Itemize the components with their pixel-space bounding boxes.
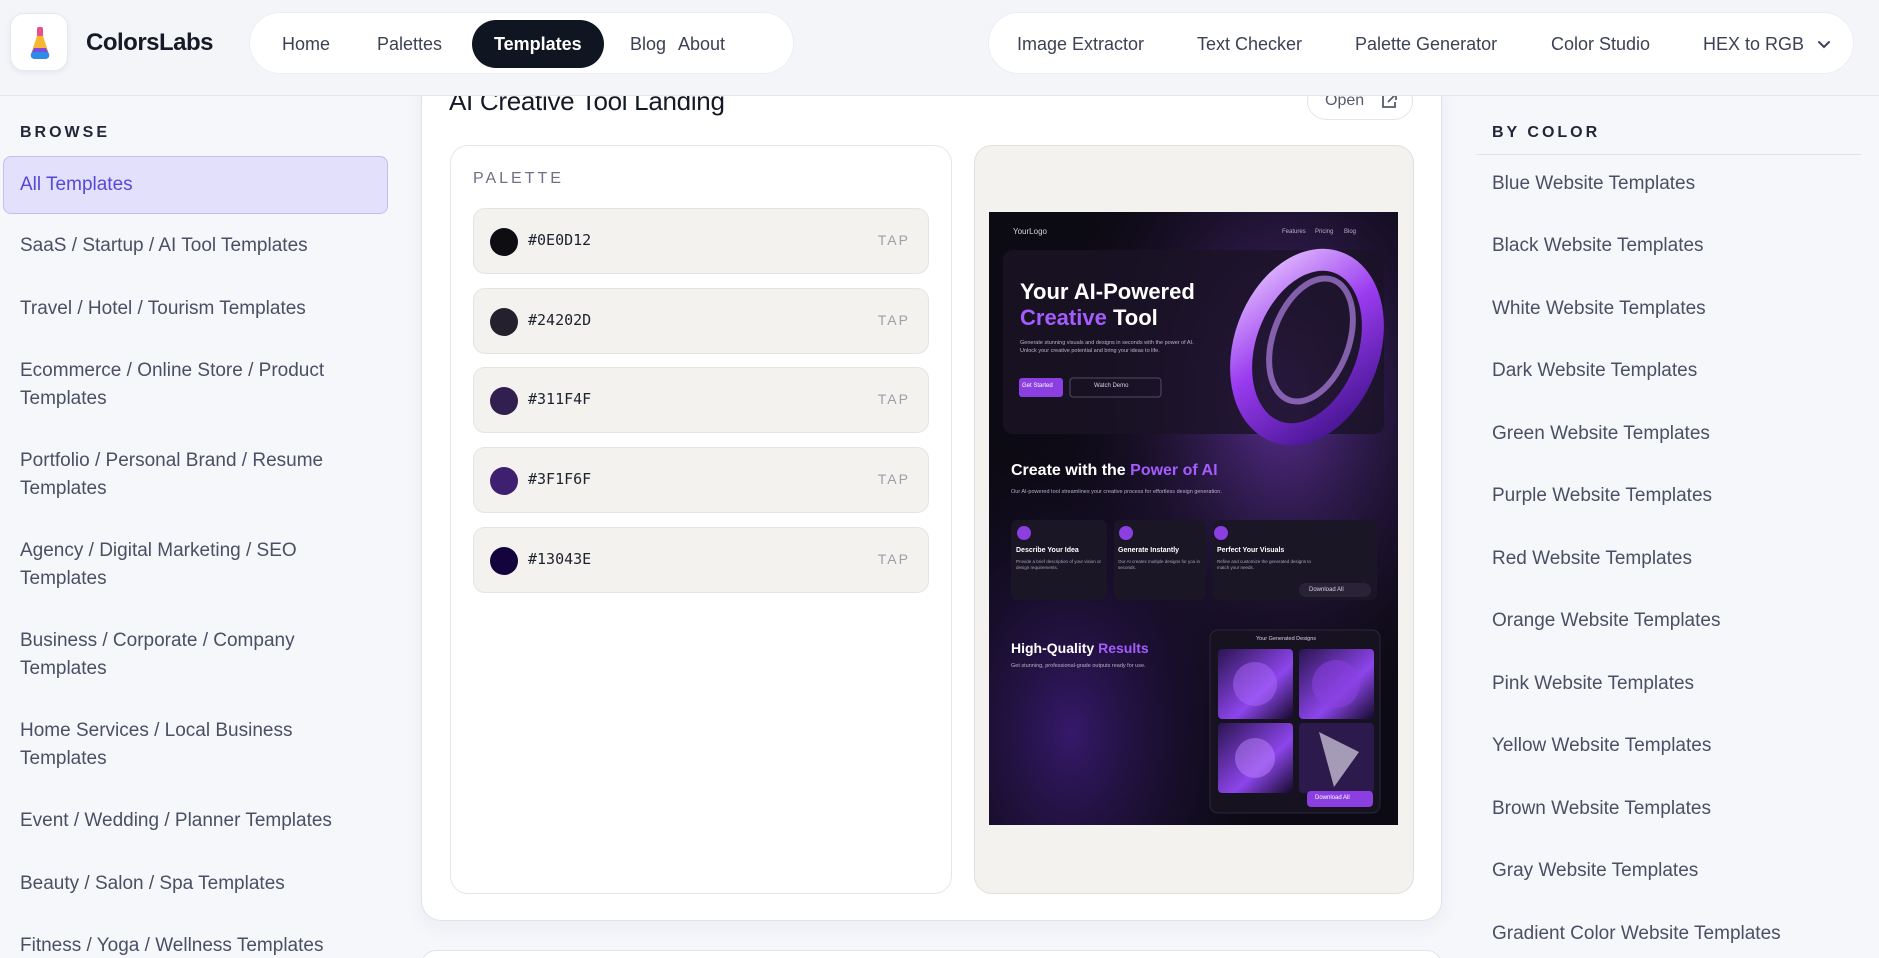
nav-palettes[interactable]: Palettes [355, 24, 464, 64]
preview-quality-title: High-Quality Results [1011, 640, 1149, 656]
nav-about[interactable]: About [656, 24, 747, 64]
template-preview-image[interactable]: YourLogo Features Pricing Blog Your AI-P… [989, 212, 1398, 825]
swatch-row[interactable]: #13043E TAP [473, 527, 929, 593]
preview-hero-title-line1: Your AI-Powered [1020, 279, 1195, 304]
preview-logo: YourLogo [1013, 227, 1047, 236]
swatch-row[interactable]: #24202D TAP [473, 288, 929, 354]
preview-section-text: Our AI-powered tool streamlines your cre… [1011, 489, 1222, 495]
preview-feature-title: Perfect Your Visuals [1217, 547, 1285, 554]
swatch-row[interactable]: #3F1F6F TAP [473, 447, 929, 513]
swatch-row[interactable]: #0E0D12 TAP [473, 208, 929, 274]
preview-section-title: Create with the Power of AI [1011, 462, 1218, 480]
category-portfolio[interactable]: Portfolio / Personal Brand / Resume Temp… [3, 447, 388, 503]
tools-nav: Image Extractor Text Checker Palette Gen… [988, 12, 1854, 74]
color-link-white[interactable]: White Website Templates [1492, 298, 1706, 320]
preview-hero-title: Your AI-Powered Creative Tool [1020, 279, 1195, 331]
preview-get-started: Get Started [1022, 383, 1053, 389]
swatch-tap-label: TAP [877, 471, 910, 487]
tool-palette-generator[interactable]: Palette Generator [1355, 24, 1497, 64]
swatch-tap-label: TAP [877, 391, 910, 407]
color-link-green[interactable]: Green Website Templates [1492, 423, 1710, 445]
category-business[interactable]: Business / Corporate / Company Templates [3, 627, 388, 683]
brand-name[interactable]: ColorsLabs [86, 29, 214, 57]
tool-hex-to-rgb-label: HEX to RGB [1703, 34, 1805, 54]
category-beauty[interactable]: Beauty / Salon / Spa Templates [3, 870, 388, 898]
nav-templates[interactable]: Templates [472, 20, 604, 68]
color-link-yellow[interactable]: Yellow Website Templates [1492, 735, 1711, 757]
category-all-templates[interactable]: All Templates [3, 156, 388, 214]
preview-quality-accent: Results [1098, 640, 1149, 656]
swatch-row[interactable]: #311F4F TAP [473, 367, 929, 433]
swatch-hex: #0E0D12 [528, 231, 592, 249]
tool-image-extractor[interactable]: Image Extractor [1017, 24, 1144, 64]
preview-download-all: Download All [1309, 587, 1344, 593]
tool-text-checker[interactable]: Text Checker [1197, 24, 1302, 64]
preview-feature-text: Our AI creates multiple designs for you … [1118, 559, 1201, 570]
category-saas[interactable]: SaaS / Startup / AI Tool Templates [3, 232, 388, 260]
color-link-black[interactable]: Black Website Templates [1492, 235, 1704, 257]
color-link-orange[interactable]: Orange Website Templates [1492, 610, 1720, 632]
preview-hero-title-line2: Tool [1112, 305, 1158, 330]
color-link-brown[interactable]: Brown Website Templates [1492, 798, 1711, 820]
category-agency[interactable]: Agency / Digital Marketing / SEO Templat… [3, 537, 388, 593]
category-home-services[interactable]: Home Services / Local Business Templates [3, 717, 388, 773]
category-travel[interactable]: Travel / Hotel / Tourism Templates [3, 295, 388, 323]
preview-gallery-title: Your Generated Designs [1256, 636, 1317, 642]
preview-section-accent: Power of AI [1130, 462, 1218, 479]
category-ecommerce[interactable]: Ecommerce / Online Store / Product Templ… [3, 357, 388, 413]
tool-hex-to-rgb[interactable]: HEX to RGB [1703, 24, 1831, 64]
logo[interactable] [10, 13, 68, 71]
color-link-dark[interactable]: Dark Website Templates [1492, 360, 1697, 382]
preview-hero-title-accent: Creative [1020, 305, 1107, 330]
preview-nav-features: Features [1282, 229, 1306, 235]
swatch-hex: #13043E [528, 550, 592, 568]
color-link-purple[interactable]: Purple Website Templates [1492, 485, 1712, 507]
divider [1476, 154, 1861, 155]
nav-home[interactable]: Home [260, 24, 352, 64]
swatch-color-dot [490, 467, 518, 495]
preview-feature-title: Describe Your Idea [1016, 547, 1079, 554]
preview-feature-title: Generate Instantly [1118, 547, 1180, 554]
browse-heading: BROWSE [20, 124, 110, 141]
tool-color-studio[interactable]: Color Studio [1551, 24, 1650, 64]
main-nav: Home Palettes Templates Blog About [249, 12, 794, 74]
color-link-gradient[interactable]: Gradient Color Website Templates [1492, 923, 1781, 945]
color-link-pink[interactable]: Pink Website Templates [1492, 673, 1694, 695]
category-event[interactable]: Event / Wedding / Planner Templates [3, 807, 388, 835]
palette-label: PALETTE [473, 170, 564, 187]
by-color-sidebar [1475, 96, 1879, 958]
preview-section-title-text: Create with the [1011, 462, 1126, 479]
color-link-gray[interactable]: Gray Website Templates [1492, 860, 1698, 882]
swatch-tap-label: TAP [877, 232, 910, 248]
color-link-blue[interactable]: Blue Website Templates [1492, 173, 1695, 195]
swatch-hex: #311F4F [528, 390, 592, 408]
color-link-red[interactable]: Red Website Templates [1492, 548, 1692, 570]
swatch-color-dot [490, 308, 518, 336]
next-template-card [421, 950, 1442, 958]
chevron-down-icon [1818, 41, 1831, 49]
preview-quality-text: Get stunning, professional-grade outputs… [1011, 663, 1146, 669]
flask-logo-icon [30, 27, 50, 59]
swatch-color-dot [490, 547, 518, 575]
swatch-color-dot [490, 228, 518, 256]
swatch-tap-label: TAP [877, 551, 910, 567]
by-color-heading: BY COLOR [1492, 124, 1601, 141]
preview-gallery-download: Download All [1315, 795, 1350, 801]
category-fitness[interactable]: Fitness / Yoga / Wellness Templates [3, 932, 388, 958]
swatch-hex: #3F1F6F [528, 470, 592, 488]
preview-feature-text: Refine and customize the generated desig… [1217, 559, 1312, 570]
preview-nav-blog: Blog [1344, 229, 1357, 235]
preview-quality-title-text: High-Quality [1011, 640, 1095, 656]
preview-watch-demo: Watch Demo [1094, 383, 1129, 389]
preview-nav-pricing: Pricing [1315, 229, 1334, 235]
top-header: ColorsLabs Home Palettes Templates Blog … [0, 0, 1879, 96]
swatch-hex: #24202D [528, 311, 592, 329]
swatch-tap-label: TAP [877, 312, 910, 328]
swatch-color-dot [490, 387, 518, 415]
preview-feature-text: Provide a brief description of your visi… [1016, 559, 1102, 570]
preview-hero-text: Generate stunning visuals and designs in… [1020, 340, 1194, 354]
